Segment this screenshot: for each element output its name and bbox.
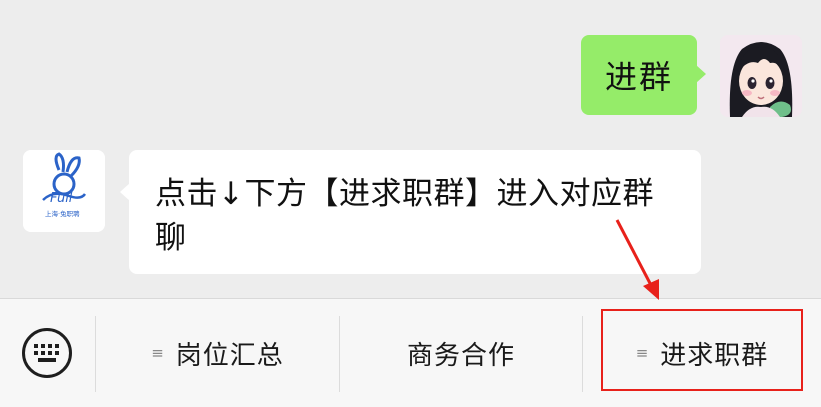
user-avatar[interactable] (720, 35, 802, 117)
bot-logo-text: Full (50, 191, 73, 206)
rabbit-logo-icon: Full 上海·兔职聘 (23, 150, 105, 232)
menu-item-label: 岗位汇总 (175, 340, 284, 371)
incoming-message-bubble[interactable]: 点击↓下方【进求职群】进入对应群 聊 (120, 150, 701, 274)
chat-area: 进群 Full 上海·兔职聘 点击↓下方【进求职群】进入对应群 聊 (0, 0, 821, 298)
keyboard-icon (34, 344, 59, 362)
menu-item-jobs-summary[interactable]: ≡ 岗位汇总 (96, 299, 339, 407)
bot-logo-caption: 上海·兔职聘 (45, 209, 80, 218)
outgoing-message-text: 进群 (604, 58, 673, 96)
menu-item-label: 商务合作 (406, 340, 515, 371)
keyboard-toggle-button[interactable] (22, 328, 72, 378)
incoming-message-line-1: 点击↓下方【进求职群】进入对应群 (155, 176, 654, 212)
submenu-indicator-icon: ≡ (635, 344, 649, 362)
outgoing-message-bubble[interactable]: 进群 (581, 35, 706, 115)
menu-item-join-job-group[interactable]: ≡ 进求职群 (583, 299, 821, 407)
incoming-message-line-2: 聊 (155, 220, 187, 256)
bot-avatar[interactable]: Full 上海·兔职聘 (23, 150, 105, 232)
menu-item-label: 进求职群 (660, 340, 769, 371)
submenu-indicator-icon: ≡ (151, 344, 164, 362)
menu-item-business-cooperation[interactable]: 商务合作 (340, 299, 582, 407)
official-account-menu-bar: ≡ 岗位汇总 商务合作 ≡ 进求职群 (0, 298, 821, 407)
anime-girl-avatar-icon (720, 35, 802, 117)
